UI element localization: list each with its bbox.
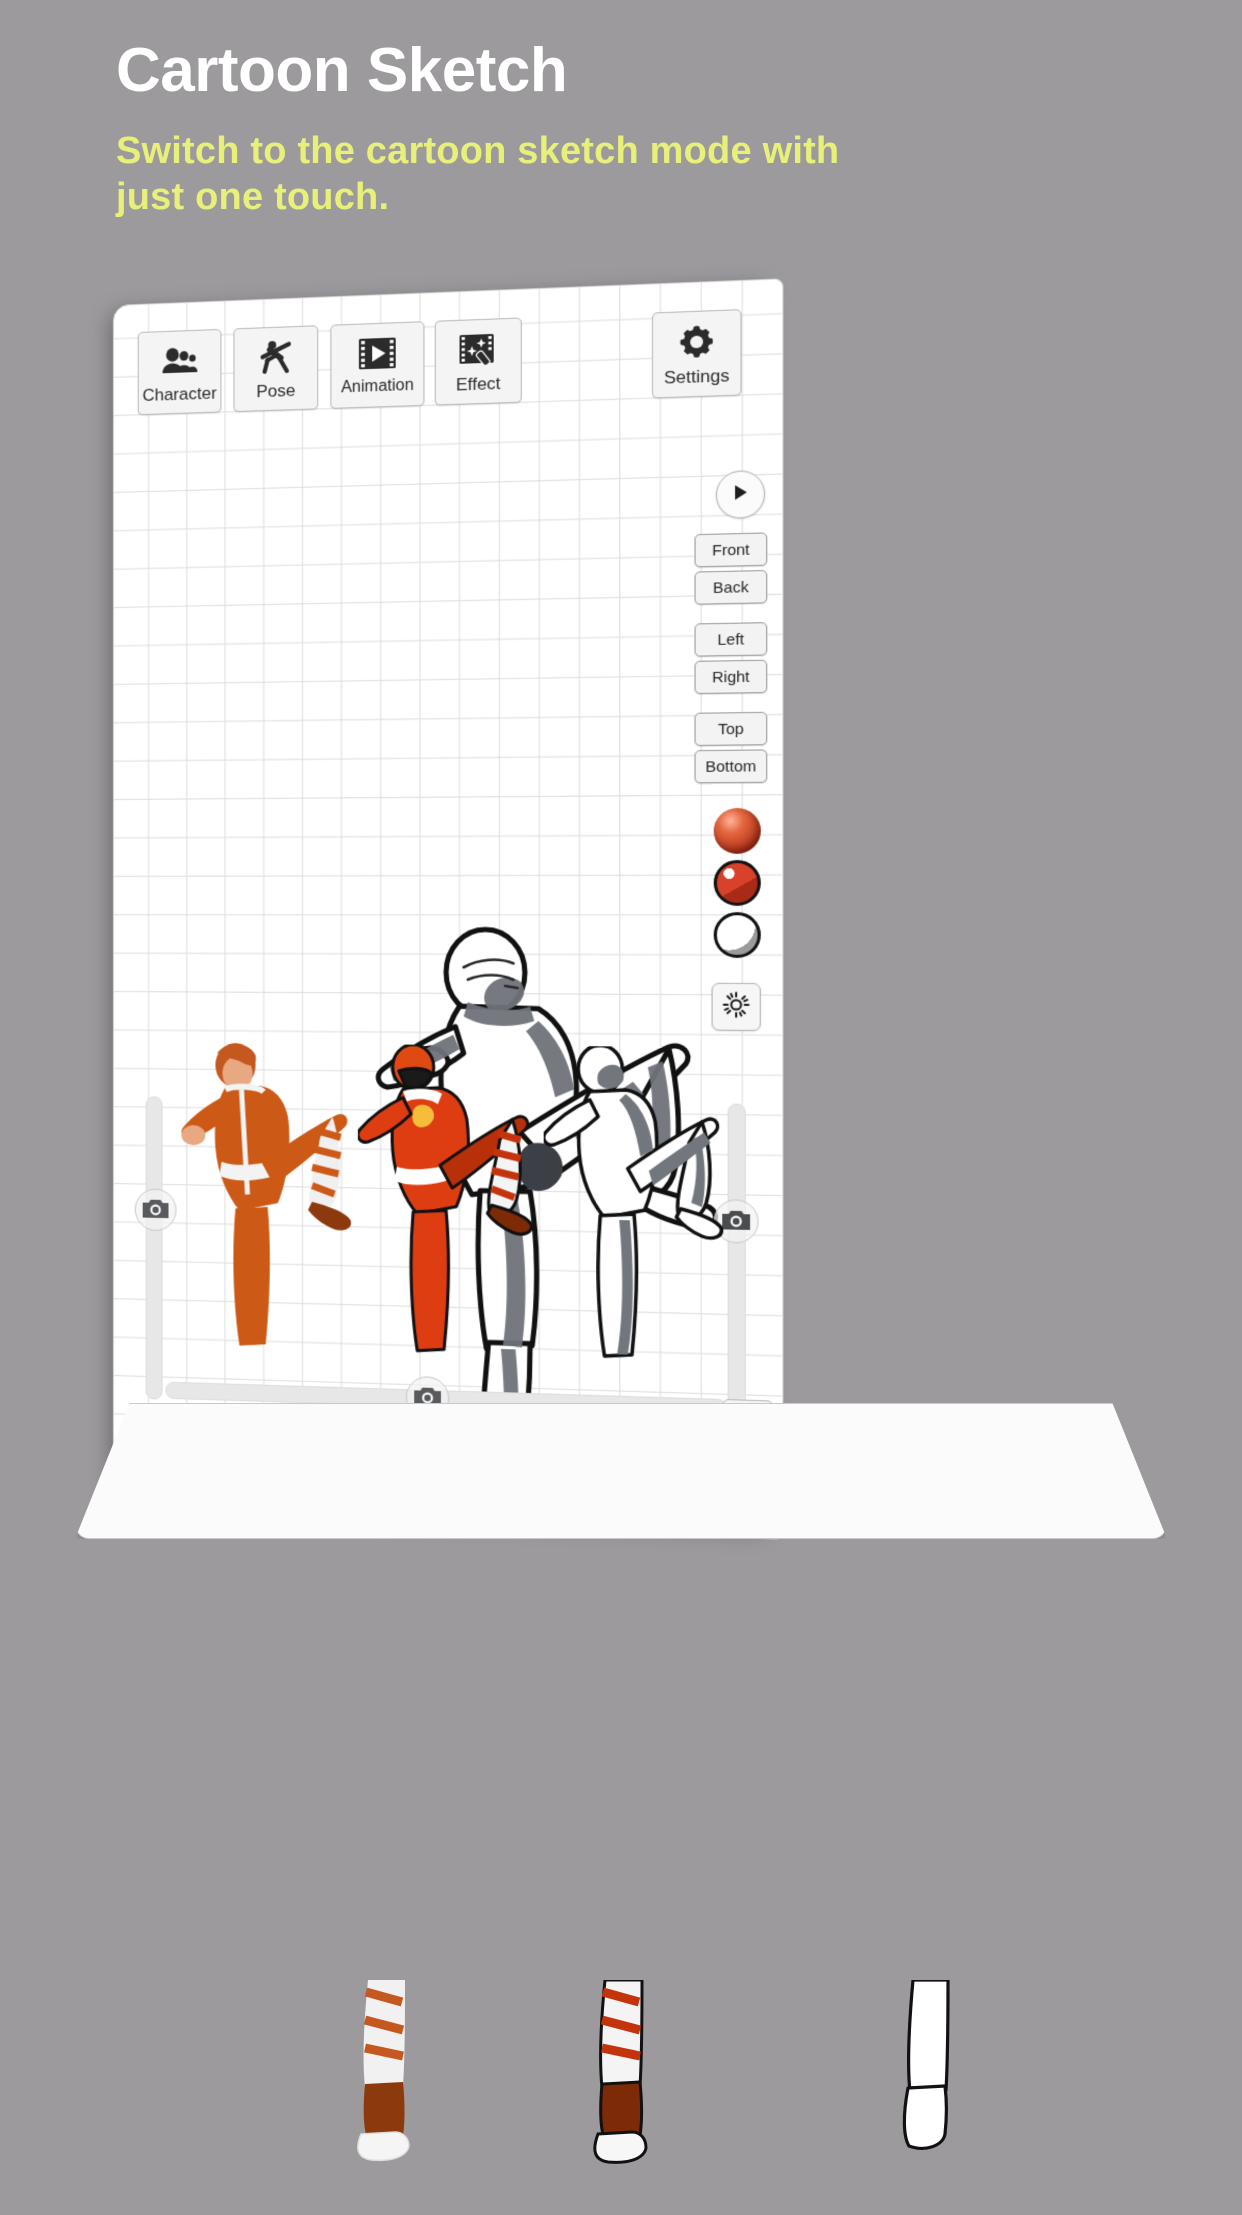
promo-header: Cartoon Sketch Switch to the cartoon ske… (116, 40, 876, 221)
view-button-left[interactable]: Left (695, 622, 768, 657)
view-button-bottom[interactable]: Bottom (695, 749, 768, 783)
view-button-back[interactable]: Back (695, 570, 768, 605)
app-screen: Character Pose (113, 278, 783, 1539)
thumb-figure-cartoon[interactable] (358, 1044, 533, 1385)
light-settings-button[interactable] (712, 983, 761, 1031)
view-button-front[interactable]: Front (695, 532, 768, 567)
toolbar-label: Character (142, 384, 216, 404)
film-sparkle-wand-icon (460, 329, 497, 371)
toolbar-button-effect[interactable]: Effect (435, 317, 522, 405)
toolbar-button-settings[interactable]: Settings (652, 309, 741, 398)
gear-icon (679, 321, 715, 364)
view-button-right[interactable]: Right (695, 660, 768, 694)
style-comparison-figures (142, 1042, 761, 1392)
play-icon (731, 482, 750, 506)
toolbar-label: Pose (256, 382, 295, 401)
view-button-top[interactable]: Top (695, 712, 768, 746)
film-play-icon (359, 332, 396, 374)
app-screenshot-device: Character Pose (113, 278, 783, 1539)
toolbar-label: Effect (456, 375, 501, 394)
pose-figure-icon (259, 336, 293, 378)
toolbar-button-character[interactable]: Character (138, 329, 222, 415)
ground-plane (75, 1403, 1167, 1539)
page-title: Cartoon Sketch (116, 40, 876, 102)
figure-legs-on-floor (113, 1980, 1203, 2210)
toolbar-button-pose[interactable]: Pose (233, 325, 318, 412)
shading-swatch-sketch[interactable] (714, 912, 761, 958)
thumb-figure-realistic[interactable] (181, 1043, 352, 1380)
thumb-figure-sketch[interactable] (544, 1046, 724, 1391)
toolbar-label: Animation (341, 378, 414, 397)
sun-icon (722, 991, 750, 1023)
people-icon (162, 340, 198, 381)
shading-swatch-cartoon[interactable] (714, 860, 761, 906)
toolbar-button-animation[interactable]: Animation (330, 321, 424, 409)
shading-swatch-realistic[interactable] (714, 808, 761, 854)
toolbar-label: Settings (664, 367, 729, 387)
page-subtitle: Switch to the cartoon sketch mode with j… (116, 128, 876, 221)
